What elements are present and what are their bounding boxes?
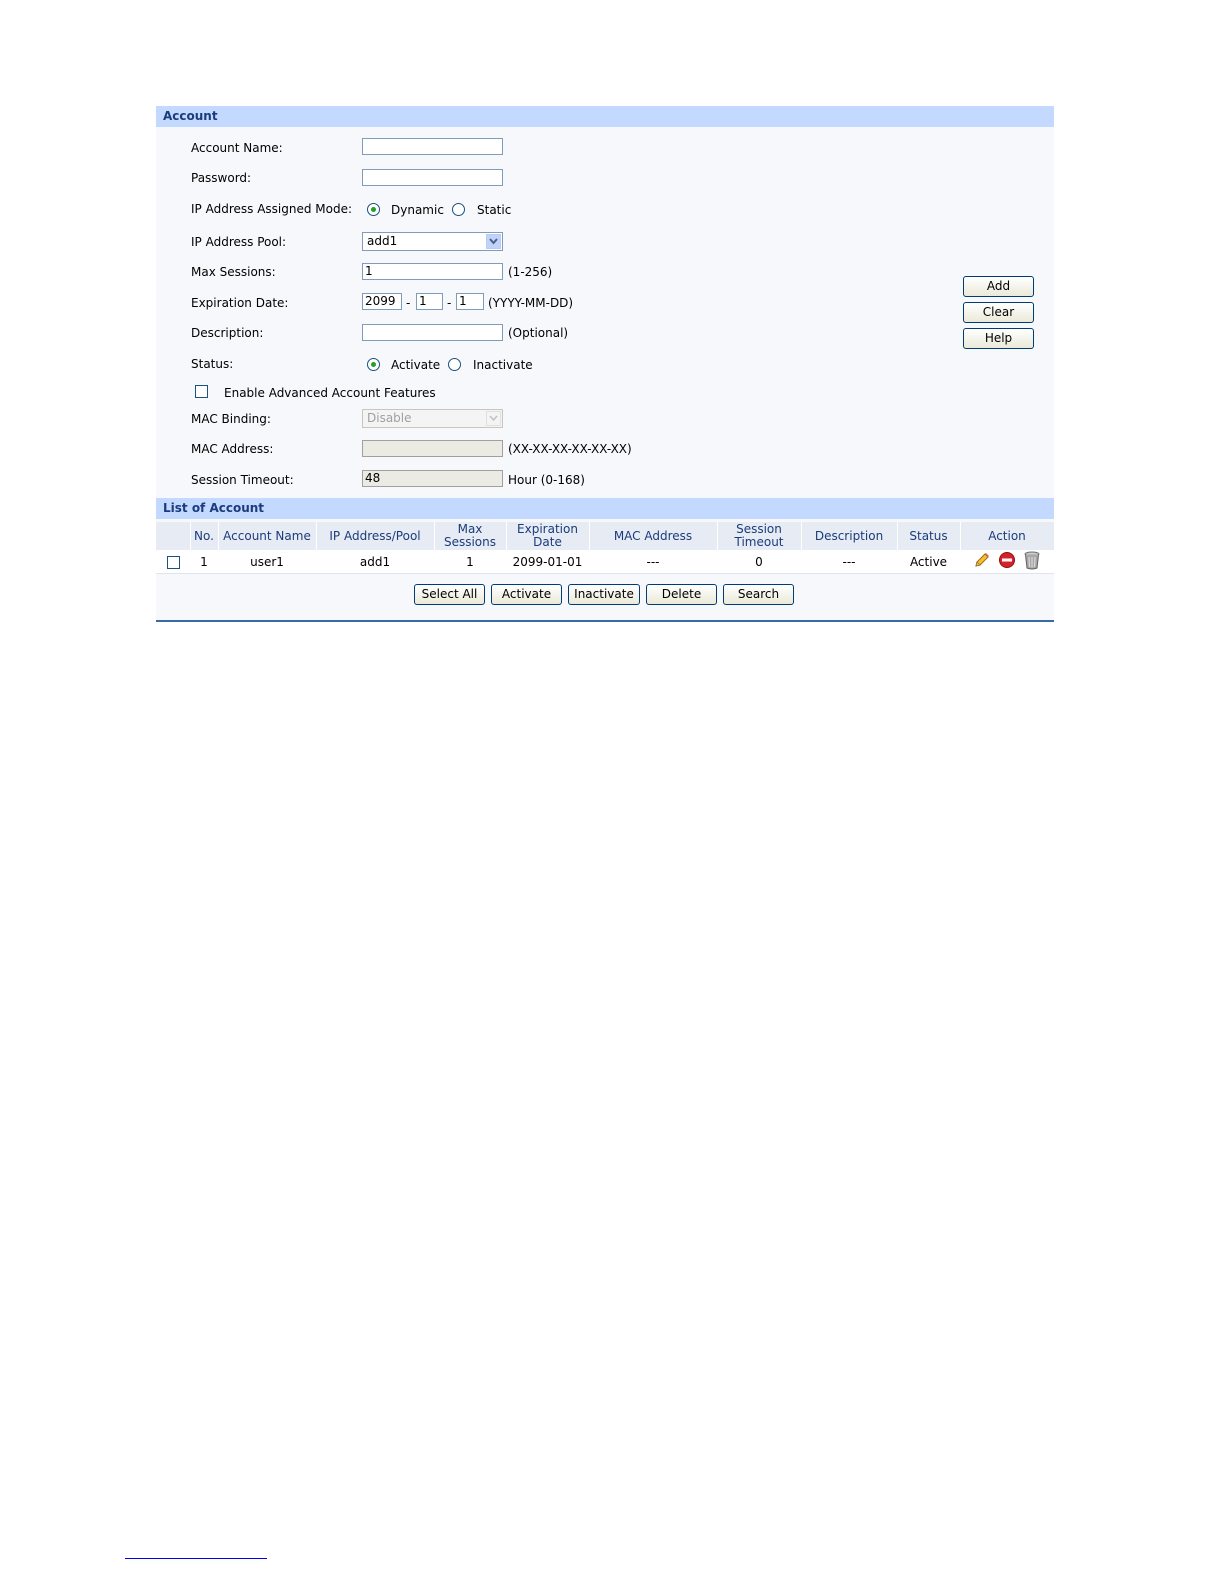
- row-max-sessions: 1: [434, 550, 506, 574]
- advanced-features-checkbox[interactable]: [195, 385, 208, 398]
- date-separator: -: [406, 296, 411, 310]
- row-mac: ---: [589, 550, 717, 574]
- search-button[interactable]: Search: [723, 584, 794, 605]
- description-input[interactable]: [362, 324, 503, 341]
- account-panel: Account Account Name: Password: IP Addre…: [156, 106, 1055, 622]
- mac-address-label: MAC Address:: [191, 442, 274, 456]
- ip-mode-static-label: Static: [477, 203, 512, 217]
- table-row: 1 user1 add1 1 2099-01-01 --- 0 --- Acti…: [156, 550, 1054, 574]
- header-timeout-line2: Timeout: [734, 535, 784, 549]
- header-expiration: Expiration Date: [506, 522, 590, 550]
- header-expiration-line1: Expiration: [517, 522, 578, 536]
- session-timeout-input[interactable]: 48: [362, 470, 503, 487]
- row-description: ---: [801, 550, 897, 574]
- header-timeout: Session Timeout: [717, 522, 802, 550]
- expiration-month-input[interactable]: 1: [416, 293, 443, 310]
- row-timeout: 0: [717, 550, 801, 574]
- mac-binding-value: Disable: [367, 411, 412, 425]
- help-button[interactable]: Help: [963, 328, 1034, 349]
- status-label: Status:: [191, 357, 234, 371]
- expiration-date-hint: (YYYY-MM-DD): [488, 296, 574, 310]
- expiration-year-input[interactable]: 2099: [362, 293, 402, 310]
- mac-binding-label: MAC Binding:: [191, 412, 271, 426]
- account-name-label: Account Name:: [191, 141, 283, 155]
- password-label: Password:: [191, 171, 252, 185]
- chevron-down-icon: [486, 234, 501, 249]
- ip-mode-static-radio[interactable]: [452, 203, 465, 216]
- ip-mode-dynamic-label: Dynamic: [391, 203, 444, 217]
- list-section-header: List of Account: [156, 498, 1054, 519]
- header-max-sessions-line1: Max: [457, 522, 483, 536]
- ip-pool-select[interactable]: add1: [362, 232, 503, 251]
- row-expiration: 2099-01-01: [506, 550, 589, 574]
- row-actions: [960, 550, 1054, 574]
- ip-mode-dynamic-radio[interactable]: [367, 203, 380, 216]
- account-table: No. Account Name IP Address/Pool Max Sess…: [156, 522, 1055, 574]
- mac-binding-select[interactable]: Disable: [362, 409, 503, 428]
- row-checkbox[interactable]: [166, 555, 180, 569]
- account-name-input[interactable]: [362, 138, 503, 155]
- activate-button[interactable]: Activate: [491, 584, 562, 605]
- advanced-features-label: Enable Advanced Account Features: [224, 386, 436, 400]
- expiration-date-label: Expiration Date:: [191, 296, 289, 310]
- ip-mode-label: IP Address Assigned Mode:: [191, 202, 353, 216]
- description-label: Description:: [191, 326, 264, 340]
- row-account-name: user1: [218, 550, 316, 574]
- max-sessions-hint: (1-256): [508, 265, 553, 279]
- header-max-sessions-line2: Sessions: [443, 535, 497, 549]
- header-no: No.: [190, 522, 219, 550]
- panel-bottom-border: [156, 620, 1054, 622]
- row-ip-pool: add1: [316, 550, 434, 574]
- session-timeout-hint: Hour (0-168): [508, 473, 585, 487]
- header-expiration-line2: Date: [533, 535, 562, 549]
- row-no: 1: [190, 550, 218, 574]
- header-description: Description: [801, 522, 898, 550]
- clear-button[interactable]: Clear: [963, 302, 1034, 323]
- inactivate-button[interactable]: Inactivate: [568, 584, 640, 605]
- select-all-button[interactable]: Select All: [414, 584, 485, 605]
- max-sessions-label: Max Sessions:: [191, 265, 276, 279]
- row-status: Active: [897, 550, 960, 574]
- account-section-header: Account: [156, 106, 1054, 127]
- table-header-row: No. Account Name IP Address/Pool Max Sess…: [156, 522, 1055, 550]
- mac-address-hint: (XX-XX-XX-XX-XX-XX): [508, 442, 632, 456]
- date-separator: -: [447, 296, 452, 310]
- ip-pool-label: IP Address Pool:: [191, 235, 287, 249]
- disable-icon[interactable]: [998, 551, 1016, 572]
- chevron-down-icon: [486, 411, 501, 426]
- status-inactivate-label: Inactivate: [473, 358, 533, 372]
- delete-button[interactable]: Delete: [646, 584, 717, 605]
- header-account-name: Account Name: [218, 522, 317, 550]
- expiration-day-input[interactable]: 1: [456, 293, 484, 310]
- trash-icon[interactable]: [1023, 550, 1041, 573]
- session-timeout-label: Session Timeout:: [191, 473, 294, 487]
- footnote-divider: [125, 1558, 267, 1559]
- max-sessions-input[interactable]: 1: [362, 263, 503, 280]
- description-hint: (Optional): [508, 326, 569, 340]
- header-status: Status: [897, 522, 961, 550]
- header-timeout-line1: Session: [736, 522, 782, 536]
- status-inactivate-radio[interactable]: [448, 358, 461, 371]
- edit-icon[interactable]: [973, 551, 991, 572]
- header-select: [156, 522, 191, 550]
- header-ip-pool: IP Address/Pool: [316, 522, 435, 550]
- header-action: Action: [960, 522, 1055, 550]
- password-input[interactable]: [362, 169, 503, 186]
- status-activate-label: Activate: [391, 358, 441, 372]
- header-max-sessions: Max Sessions: [434, 522, 507, 550]
- header-mac: MAC Address: [589, 522, 718, 550]
- add-button[interactable]: Add: [963, 276, 1034, 297]
- ip-pool-value: add1: [367, 234, 398, 248]
- status-activate-radio[interactable]: [367, 358, 380, 371]
- row-select-cell: [156, 550, 190, 574]
- mac-address-input[interactable]: [362, 440, 503, 457]
